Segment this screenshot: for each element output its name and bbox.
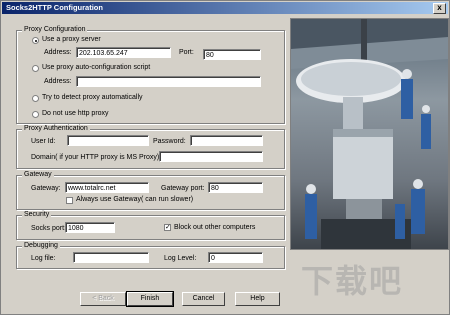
block-others-checkbox[interactable]: ✓ [164,224,171,231]
loglevel-label: Log Level: [164,255,197,262]
title-bar: Socks2HTTP Configuration x [2,2,448,14]
gateway-title: Gateway [22,171,54,178]
userid-input[interactable] [67,135,149,146]
proxy-config-title: Proxy Configuration [22,26,88,33]
gateway-port-label: Gateway port: [161,185,205,192]
proxy-auth-title: Proxy Authentication [22,125,90,132]
domain-label: Domain( if your HTTP proxy is MS Proxy): [31,154,162,161]
auto-address-label: Address: [44,78,72,85]
password-label: Password: [153,138,186,145]
block-others-label: Block out other computers [174,224,256,231]
finish-button[interactable]: Finish [126,291,174,307]
domain-input[interactable] [159,151,263,162]
gateway-input[interactable]: www.totalrc.net [65,182,149,193]
close-button[interactable]: x [433,3,446,14]
always-use-gateway-checkbox[interactable] [66,197,73,204]
userid-label: User Id: [31,138,56,145]
address-input[interactable]: 202.103.65.247 [76,47,171,58]
no-proxy-radio[interactable] [32,111,39,118]
loglevel-input[interactable]: 0 [208,252,263,263]
gateway-port-input[interactable]: 80 [208,182,263,193]
socks-port-input[interactable]: 1080 [65,222,115,233]
auto-script-radio[interactable] [32,65,39,72]
auto-address-input[interactable] [76,76,261,87]
no-proxy-label: Do not use http proxy [42,110,109,117]
config-window: Socks2HTTP Configuration x Proxy Configu… [0,0,450,315]
always-use-gateway-label: Always use Gateway( can run slower) [76,196,194,203]
detect-proxy-label: Try to detect proxy automatically [42,94,143,101]
port-label: Port: [179,49,194,56]
help-button[interactable]: Help [235,292,280,306]
address-label: Address: [44,49,72,56]
satellite-image [291,19,448,249]
window-title: Socks2HTTP Configuration [6,3,103,12]
security-title: Security [22,211,52,218]
detect-proxy-radio[interactable] [32,95,39,102]
password-input[interactable] [190,135,263,146]
use-proxy-radio[interactable] [32,37,39,44]
socks-port-label: Socks port: [31,225,67,232]
logfile-input[interactable] [73,252,149,263]
watermark: 下载吧 [301,263,404,299]
gateway-label: Gateway: [31,185,61,192]
port-input[interactable]: 80 [203,49,261,60]
satellite-photo [290,18,449,250]
logfile-label: Log file: [31,255,56,262]
use-proxy-label: Use a proxy server [42,36,101,43]
debugging-title: Debugging [22,242,60,249]
cancel-button[interactable]: Cancel [182,292,225,306]
auto-script-label: Use proxy auto-configuration script [42,64,151,71]
back-button[interactable]: < Back [80,292,126,306]
